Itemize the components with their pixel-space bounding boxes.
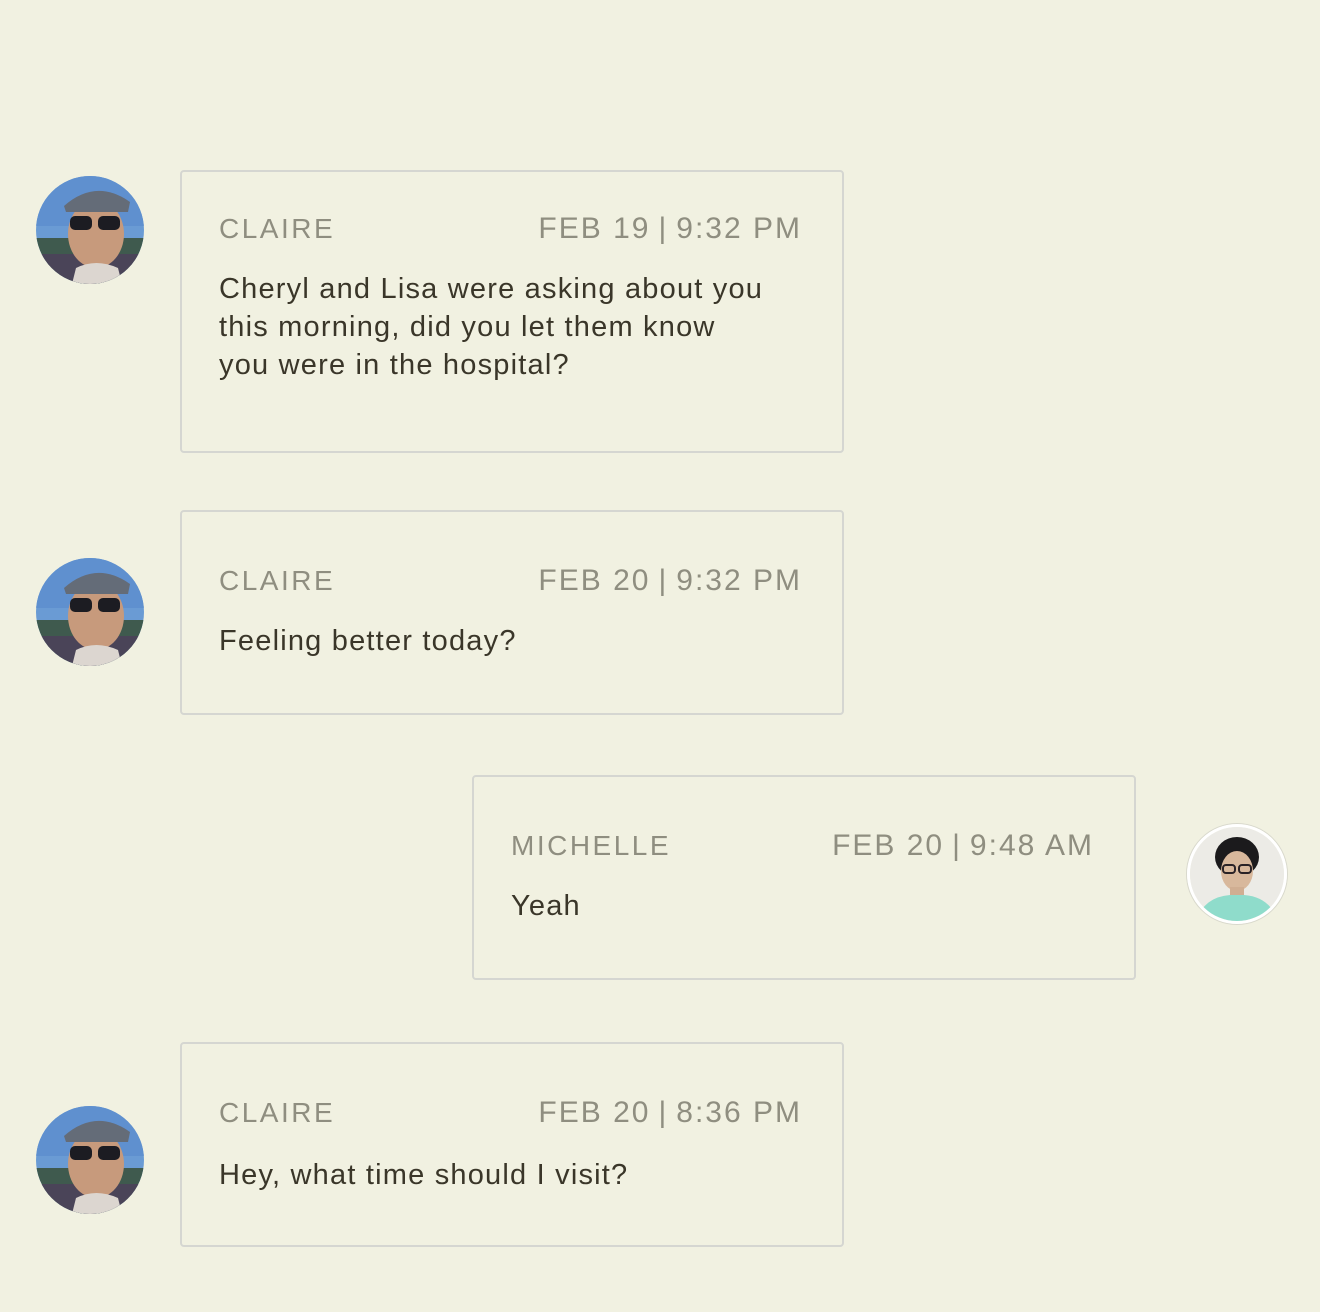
message-bubble: CLAIRE FEB 20 | 9:32 PM Feeling better tod… (180, 510, 844, 715)
message-text: Cheryl and Lisa were asking about you th… (219, 273, 764, 381)
avatar-claire[interactable] (36, 176, 144, 284)
message-time: 9:32 PM (676, 564, 802, 597)
message-date: FEB 19 (538, 212, 651, 245)
avatar-claire[interactable] (36, 558, 144, 666)
avatar-claire[interactable] (36, 1106, 144, 1214)
message-text: Yeah (511, 890, 581, 922)
message-meta: CLAIRE FEB 20 | 9:32 PM (219, 564, 802, 598)
timestamp-separator: | (952, 829, 962, 862)
sender-name: MICHELLE (511, 830, 672, 861)
message-bubble: CLAIRE FEB 20 | 8:36 PM Hey, what time sho… (180, 1042, 844, 1247)
sender-name: CLAIRE (219, 565, 336, 596)
sender-name: CLAIRE (219, 1097, 336, 1128)
timestamp: FEB 20 | 9:32 PM (538, 564, 802, 598)
message-time: 9:48 AM (969, 829, 1094, 862)
message-text: Hey, what time should I visit? (219, 1159, 629, 1191)
message-meta: MICHELLE FEB 20 | 9:48 AM (511, 829, 1094, 863)
message-meta: CLAIRE FEB 20 | 8:36 PM (219, 1096, 802, 1130)
sender-name: CLAIRE (219, 213, 336, 244)
message-text: Feeling better today? (219, 625, 517, 657)
message-thread: CLAIRE FEB 19 | 9:32 PM Cheryl and Lisa we… (0, 0, 1320, 1312)
message-time: 9:32 PM (676, 212, 802, 245)
message-date: FEB 20 (538, 1096, 651, 1129)
message-meta: CLAIRE FEB 19 | 9:32 PM (219, 212, 802, 246)
message-time: 8:36 PM (676, 1096, 802, 1129)
message-bubble: CLAIRE FEB 19 | 9:32 PM Cheryl and Lisa we… (180, 170, 844, 453)
timestamp-separator: | (658, 212, 669, 245)
message-date: FEB 20 (538, 564, 651, 597)
message-bubble: MICHELLE FEB 20 | 9:48 AM Yeah (472, 775, 1136, 980)
timestamp-separator: | (658, 1096, 669, 1129)
message-date: FEB 20 (832, 829, 945, 862)
timestamp-separator: | (658, 564, 669, 597)
timestamp: FEB 19 | 9:32 PM (538, 212, 802, 246)
avatar-michelle[interactable] (1187, 824, 1287, 924)
timestamp: FEB 20 | 8:36 PM (538, 1096, 802, 1130)
timestamp: FEB 20 | 9:48 AM (832, 829, 1094, 863)
